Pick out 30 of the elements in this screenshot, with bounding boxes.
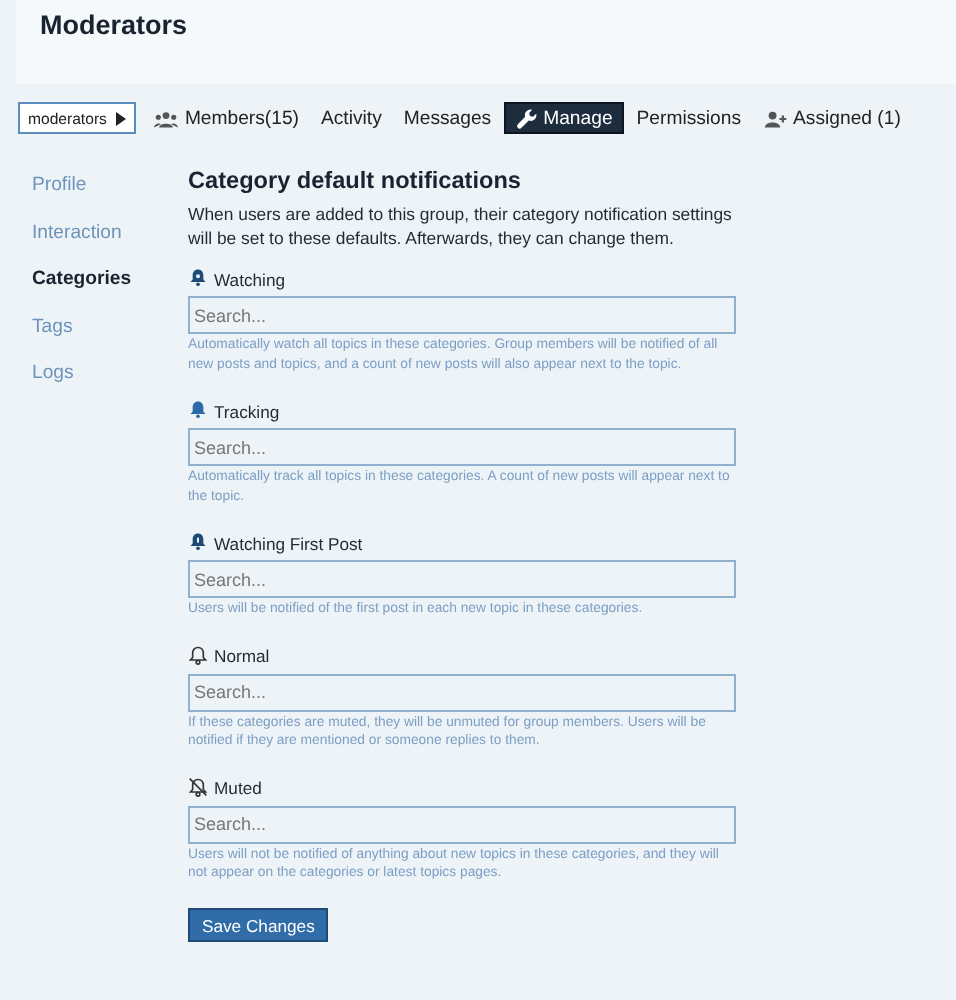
nav-tab[interactable]: Manage — [503, 102, 625, 134]
nav-tab[interactable]: Assigned (1) — [753, 102, 911, 134]
muted-bell-icon — [188, 775, 208, 797]
search-field[interactable]: Search... — [188, 560, 736, 598]
section-heading: Category default notifications — [188, 164, 523, 196]
bell-icon — [188, 266, 208, 288]
nav-tab[interactable]: Messages — [393, 102, 502, 134]
intro-text: When users are added to this group, their category notification settings will be set to these defaults. Afterwards, they can change them. — [188, 202, 734, 250]
person-add-icon — [763, 109, 788, 127]
field-label: Normal — [214, 646, 270, 666]
bell-icon — [188, 530, 208, 552]
search-field[interactable]: Search... — [188, 296, 736, 334]
nav-tab[interactable]: Permissions — [626, 102, 752, 134]
field-label: Tracking — [214, 401, 280, 421]
field-label: Muted — [214, 778, 262, 798]
nav-tab[interactable]: Activity — [310, 102, 392, 134]
save-button[interactable]: Save Changes — [188, 907, 329, 941]
field-label: Watching First Post — [214, 533, 363, 553]
search-field[interactable]: Search... — [188, 805, 736, 843]
people-icon — [154, 109, 179, 127]
bell-icon — [188, 643, 208, 665]
bell-icon — [188, 398, 208, 420]
nav-tab[interactable]: Members(15) — [144, 102, 309, 134]
search-field[interactable]: Search... — [188, 673, 736, 711]
caret-icon — [116, 111, 127, 125]
wrench-icon — [515, 107, 538, 129]
search-field[interactable]: Search... — [188, 428, 736, 466]
field-label: Watching — [214, 269, 286, 289]
sidebar-item[interactable]: Categories — [32, 264, 132, 297]
page-title: Moderators — [40, 10, 188, 40]
